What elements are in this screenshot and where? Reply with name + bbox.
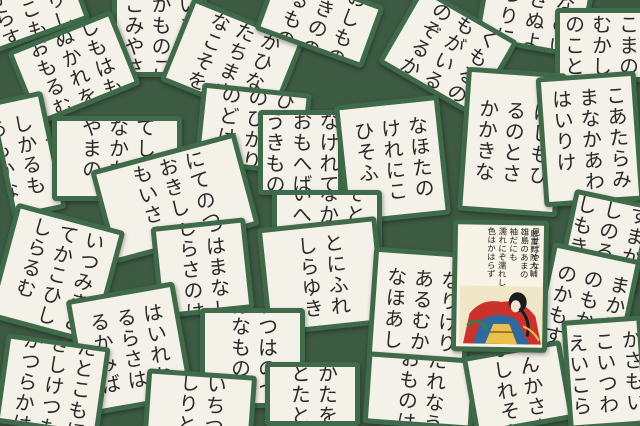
card-text: さんかさま なしれそか xyxy=(484,339,553,426)
karuta-card: ないちつか かしりとの xyxy=(142,368,258,426)
karuta-scene: まもりし てりこも あからすはなのい きさぬよ うつりにいまもの かものこ こみ… xyxy=(0,0,640,426)
poet-illustration xyxy=(458,285,544,345)
karuta-card: たれなう おものは xyxy=(362,351,478,426)
card-text: たれなう おものは xyxy=(392,351,449,426)
card-text: こそうれ しかるも あもかな xyxy=(0,105,67,205)
card-text: なけれて おもへば うきもの xyxy=(262,110,340,195)
card-text: かたを とたと xyxy=(287,362,339,426)
karuta-card: さんかさま なしれそか xyxy=(461,339,575,426)
karuta-card: かたを とたと xyxy=(265,362,360,426)
card-text: かさもい こいつわ えいこら xyxy=(563,328,640,418)
card-text: こあたらみ まなかあわ はいりけ xyxy=(547,83,634,193)
karuta-card: なけれて おもへば うきもの xyxy=(258,110,343,195)
poet-name: 殷富門院大輔 xyxy=(529,229,539,278)
karuta-card: こあたらみ まなかあわ はいりけ xyxy=(535,70,640,208)
card-text: こまの むかし のこと xyxy=(561,13,640,77)
card-text: ないちつか かしりとの xyxy=(171,368,230,426)
poet-picture-card: 見せばやな 雄島のあまの 袖だにも 濡れにぞ濡れし 色はかはらず 殷富門院大輔 xyxy=(450,219,550,353)
karuta-card: かさもい こいつわ えいこら xyxy=(561,315,640,426)
card-text: たとこもほ きしけつも かつらかは xyxy=(7,333,99,426)
karuta-card: たとこもほ きしけつも かつらかは xyxy=(0,333,111,426)
